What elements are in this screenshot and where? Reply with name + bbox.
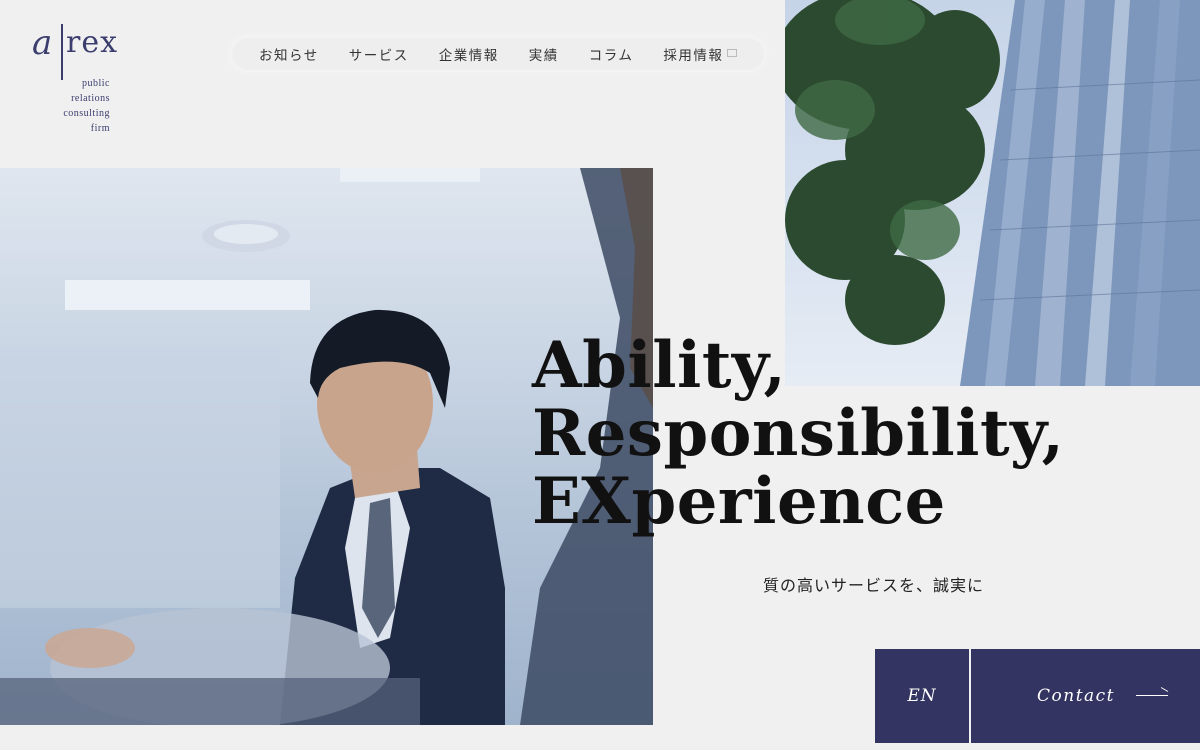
logo-letter-a: a (32, 23, 53, 63)
language-en-label: EN (907, 686, 937, 706)
logo-tagline-line: public (82, 78, 110, 89)
logo-wordmark: a rex (30, 23, 140, 80)
nav-item-news[interactable]: お知らせ (244, 44, 334, 64)
main-nav: お知らせ サービス 企業情報 実績 コラム 採用情報 (232, 38, 765, 70)
logo-rex: rex (66, 25, 119, 60)
logo-tagline-line: consulting (63, 108, 110, 119)
nav-item-recruit-label: 採用情報 (663, 48, 724, 64)
nav-item-recruit[interactable]: 採用情報 (648, 44, 752, 64)
hero-line-ability: Ability, (532, 328, 787, 403)
contact-button[interactable]: Contact (971, 649, 1200, 743)
hero-line-experience: EXperience (532, 464, 946, 539)
nav-item-company[interactable]: 企業情報 (424, 44, 514, 64)
hero-line-responsibility: Responsibility, (532, 396, 1065, 471)
nav-item-services[interactable]: サービス (334, 44, 424, 64)
site-logo[interactable]: a rex public relations consulting firm (30, 18, 140, 138)
logo-tagline-line: relations (71, 93, 110, 104)
nav-item-works[interactable]: 実績 (514, 44, 574, 64)
contact-label: Contact (1037, 686, 1116, 706)
building-photo-illustration (785, 0, 1200, 386)
language-en-button[interactable]: EN (875, 649, 969, 743)
logo-divider (61, 24, 63, 80)
hero-subtitle: 質の高いサービスを、誠実に (763, 576, 985, 595)
logo-tagline: public relations consulting firm (63, 76, 110, 136)
external-link-icon (727, 49, 738, 57)
logo-tagline-line: firm (90, 123, 110, 134)
nav-item-column[interactable]: コラム (574, 44, 649, 64)
hero-photo-building (785, 0, 1200, 386)
arrow-right-icon (1136, 695, 1168, 696)
hero-heading: Ability, Responsibility, EXperience (532, 332, 1064, 536)
